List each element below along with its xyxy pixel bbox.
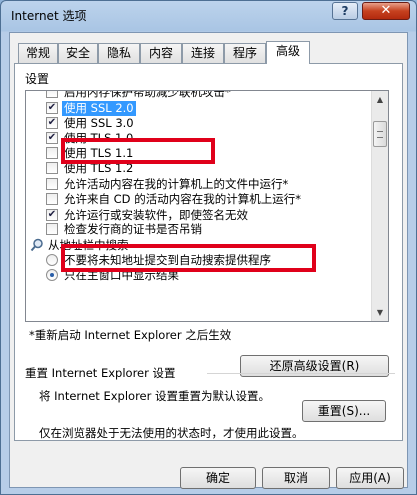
apply-button[interactable]: 应用(A) bbox=[336, 467, 404, 489]
list-item-label: 使用 SSL 3.0 bbox=[64, 116, 134, 130]
checkbox[interactable]: ✔ bbox=[46, 132, 58, 144]
checkbox[interactable] bbox=[46, 162, 58, 174]
cancel-button[interactable]: 取消 bbox=[262, 467, 330, 489]
list-item-label: 启用内存保护帮助减少联机攻击* bbox=[64, 90, 231, 99]
internet-options-window: Internet 选项 ? ✕ 常规 安全 隐私 内容 连接 程序 高级 设置 … bbox=[0, 0, 417, 495]
close-button[interactable]: ✕ bbox=[362, 2, 410, 20]
tab-connections[interactable]: 连接 bbox=[182, 43, 224, 63]
reset-note: 仅在浏览器处于无法使用的状态时，才使用此设置。 bbox=[39, 426, 304, 440]
group-divider bbox=[207, 373, 395, 374]
list-item-label: 检查发行商的证书是否吊销 bbox=[64, 222, 202, 236]
tab-security[interactable]: 安全 bbox=[58, 43, 98, 63]
checkbox[interactable]: ✔ bbox=[46, 209, 58, 221]
window-title: Internet 选项 bbox=[11, 9, 87, 23]
settings-scrollbar[interactable]: ▲ ▼ bbox=[371, 91, 388, 321]
search-icon bbox=[30, 238, 43, 252]
checkbox[interactable]: ✔ bbox=[46, 117, 58, 129]
list-item-label: 允许运行或安装软件，即使签名无效 bbox=[64, 208, 248, 222]
settings-list: 启用内存保护帮助减少联机攻击* ✔ 使用 SSL 2.0 ✔ 使用 SSL 3.… bbox=[25, 90, 389, 322]
list-item-label: 允许来自 CD 的活动内容在我的计算机上运行* bbox=[64, 192, 301, 206]
checkbox[interactable]: ✔ bbox=[46, 102, 58, 114]
tab-content[interactable]: 内容 bbox=[140, 43, 182, 63]
tab-general[interactable]: 常规 bbox=[18, 43, 58, 63]
radio-button[interactable] bbox=[46, 254, 58, 266]
checkbox[interactable] bbox=[46, 147, 58, 159]
tab-advanced[interactable]: 高级 bbox=[266, 41, 310, 64]
title-bar[interactable]: Internet 选项 ? ✕ bbox=[1, 1, 416, 31]
tab-privacy[interactable]: 隐私 bbox=[98, 43, 140, 63]
settings-label: 设置 bbox=[25, 72, 50, 86]
restart-note: *重新启动 Internet Explorer 之后生效 bbox=[29, 328, 232, 342]
list-item-label: 使用 SSL 2.0 bbox=[62, 101, 136, 116]
reset-description: 将 Internet Explorer 设置重置为默认设置。 bbox=[39, 389, 271, 403]
ok-button[interactable]: 确定 bbox=[180, 467, 256, 489]
scroll-down-icon[interactable]: ▼ bbox=[372, 304, 388, 321]
highlight-box-invalid-signature bbox=[61, 244, 316, 272]
list-item-label: 允许活动内容在我的计算机上的文件中运行* bbox=[64, 177, 289, 191]
advanced-tab-panel: 设置 启用内存保护帮助减少联机攻击* ✔ 使用 SSL 2.0 ✔ 使用 SSL… bbox=[14, 63, 403, 441]
scrollbar-thumb[interactable] bbox=[373, 121, 387, 147]
reset-group-title: 重置 Internet Explorer 设置 bbox=[25, 366, 176, 380]
checkbox[interactable] bbox=[46, 223, 58, 235]
help-button[interactable]: ? bbox=[332, 2, 358, 20]
checkbox[interactable] bbox=[46, 193, 58, 205]
dialog-client-area: 常规 安全 隐私 内容 连接 程序 高级 设置 启用内存保护帮助减少联机攻击* … bbox=[9, 32, 408, 489]
reset-button[interactable]: 重置(S)... bbox=[302, 400, 386, 422]
highlight-box-ssl bbox=[61, 138, 215, 164]
tab-programs[interactable]: 程序 bbox=[224, 43, 266, 63]
checkbox[interactable] bbox=[46, 91, 58, 98]
scroll-up-icon[interactable]: ▲ bbox=[372, 91, 388, 108]
checkbox[interactable] bbox=[46, 178, 58, 190]
radio-button[interactable] bbox=[46, 269, 58, 281]
